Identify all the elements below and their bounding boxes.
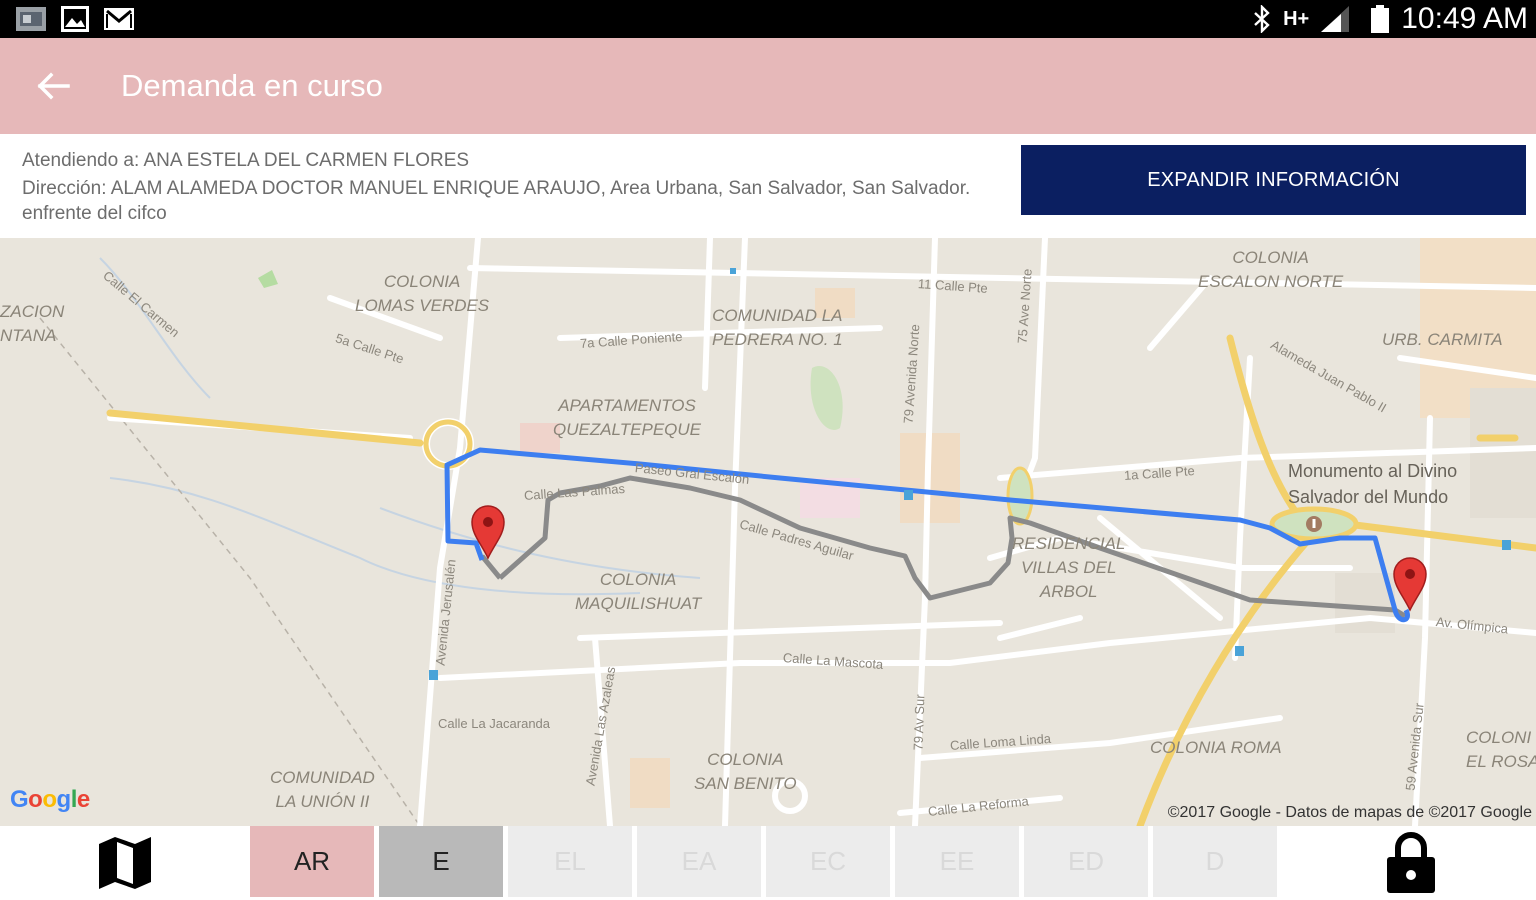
origin-marker[interactable]	[1393, 557, 1427, 612]
neighborhood-label: COLONIA SAN BENITO	[694, 750, 797, 793]
urban-area	[1470, 388, 1536, 518]
tab-ee[interactable]: EE	[895, 826, 1019, 897]
attending-text: Atendiendo a: ANA ESTELA DEL CARMEN FLOR…	[22, 150, 470, 171]
park-area	[258, 270, 278, 288]
tab-label: D	[1205, 846, 1225, 876]
bottom-bar: AR E EL EA EC EE ED D	[0, 826, 1536, 900]
map-button[interactable]	[96, 834, 154, 892]
image-icon	[61, 6, 89, 32]
tab-e[interactable]: E	[379, 826, 503, 897]
park-area	[810, 366, 843, 430]
railway	[39, 317, 421, 826]
map-copyright: ©2017 Google - Datos de mapas de ©2017 G…	[1167, 804, 1532, 821]
tab-label: EE	[939, 846, 975, 876]
app-bar: Demanda en curso	[0, 38, 1536, 134]
neighborhood-label: URB. CARMITA	[1382, 330, 1503, 349]
bus-stop-icon	[730, 268, 736, 274]
email-icon	[104, 8, 134, 30]
notification-icons	[14, 4, 136, 34]
map-view[interactable]: COLONIA LOMAS VERDES ZACION NTANA COMUNIDA…	[0, 238, 1536, 826]
tab-label: ED	[1067, 846, 1105, 876]
clock: 10:49 AM	[1401, 2, 1528, 35]
bus-stop-icon	[1502, 540, 1511, 550]
tab-ec[interactable]: EC	[766, 826, 890, 897]
status-indicators: H+ 10:49 AM	[1251, 0, 1528, 38]
tab-label: E	[432, 846, 450, 876]
map-icon	[99, 837, 151, 889]
info-panel: Atendiendo a: ANA ESTELA DEL CARMEN FLOR…	[0, 134, 1536, 238]
tab-label: EA	[681, 846, 717, 876]
monument-icon-mark	[1312, 519, 1316, 528]
tab-label: EC	[809, 846, 847, 876]
notification-app-icon	[16, 7, 46, 31]
monument-label: Monumento al Divino Salvador del Mundo	[1288, 461, 1458, 507]
neighborhood-label: COLONI EL ROSA	[1466, 728, 1536, 771]
lock-icon	[1387, 832, 1435, 893]
network-type: H+	[1283, 8, 1310, 30]
expand-info-button[interactable]: EXPANDIR INFORMACIÓN	[1021, 145, 1526, 215]
bluetooth-icon	[1254, 5, 1270, 33]
street-label: Calle La Jacaranda	[438, 716, 551, 731]
page-title: Demanda en curso	[121, 68, 383, 103]
tab-ar[interactable]: AR	[250, 826, 374, 897]
bus-stop-icon	[904, 490, 913, 500]
urban-area	[630, 758, 670, 808]
tab-d[interactable]: D	[1153, 826, 1277, 897]
neighborhood-label: RESIDENCIAL VILLAS DEL ARBOL	[1012, 534, 1126, 601]
tab-ea[interactable]: EA	[637, 826, 761, 897]
neighborhood-label: COLONIA ROMA	[1150, 738, 1282, 757]
neighborhood-label: COLONIA LOMAS VERDES	[355, 272, 490, 315]
tab-label: EL	[554, 846, 586, 876]
tab-ed[interactable]: ED	[1024, 826, 1148, 897]
neighborhood-label: COMUNIDAD LA UNIÓN II	[270, 768, 375, 811]
back-button[interactable]	[30, 64, 78, 108]
address-text: Dirección: ALAM ALAMEDA DOCTOR MANUEL EN…	[22, 178, 971, 224]
tab-label: AR	[293, 846, 331, 876]
neighborhood-label: COLONIA ESCALON NORTE	[1198, 248, 1344, 291]
bus-stop-icon	[1235, 646, 1244, 656]
neighborhood-label: COMUNIDAD LA PEDRERA NO. 1	[712, 306, 843, 349]
neighborhood-label: COLONIA MAQUILISHUAT	[575, 570, 702, 613]
tab-el[interactable]: EL	[508, 826, 632, 897]
alternative-route-start	[480, 554, 502, 580]
bus-stop-icon	[429, 670, 438, 680]
neighborhood-label: ZACION NTANA	[0, 302, 65, 345]
lock-button[interactable]	[1383, 830, 1439, 894]
google-logo: Google	[10, 786, 90, 813]
median	[1006, 466, 1034, 526]
neighborhood-label: APARTAMENTOS QUEZALTEPEQUE	[553, 396, 701, 439]
status-bar: H+ 10:49 AM	[0, 0, 1536, 38]
arrow-left-icon	[37, 72, 70, 100]
street-label: 79 Av Sur	[910, 694, 928, 751]
battery-icon	[1371, 5, 1390, 33]
signal-icon	[1321, 6, 1350, 32]
